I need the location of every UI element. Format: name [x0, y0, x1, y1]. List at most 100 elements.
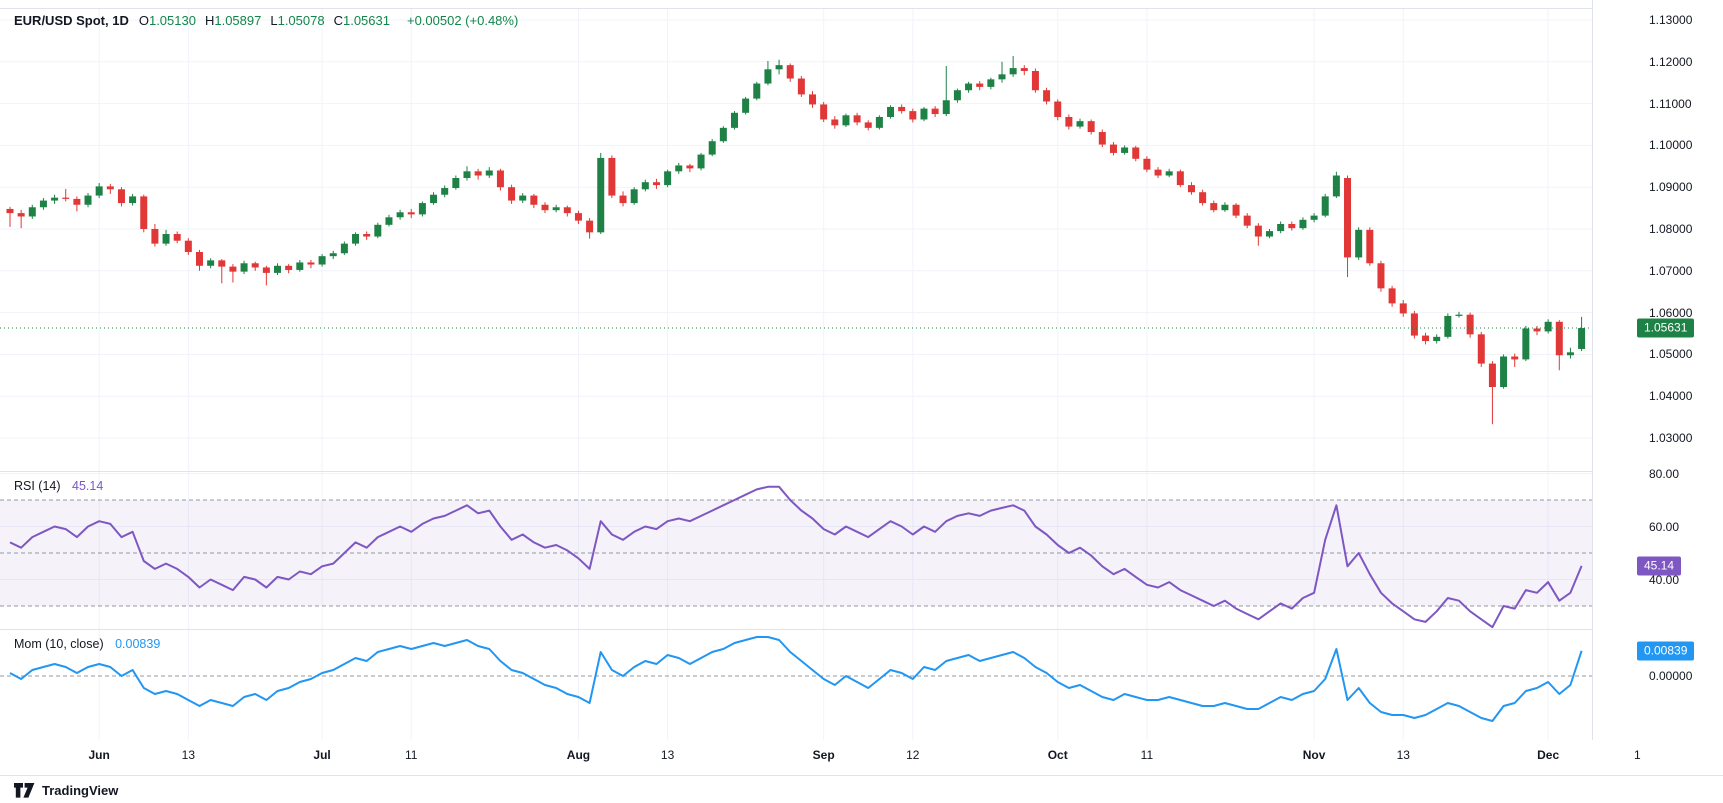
candle-body[interactable] — [430, 195, 437, 203]
candle-body[interactable] — [73, 199, 80, 205]
candle-body[interactable] — [241, 263, 248, 271]
candle-body[interactable] — [363, 234, 370, 237]
candle-body[interactable] — [776, 65, 783, 69]
candle-body[interactable] — [1455, 315, 1462, 316]
candle-body[interactable] — [909, 111, 916, 119]
candle-body[interactable] — [1077, 121, 1084, 126]
candle-body[interactable] — [1444, 316, 1451, 337]
candle-body[interactable] — [1366, 230, 1373, 263]
candle-body[interactable] — [263, 267, 270, 272]
candle-body[interactable] — [419, 203, 426, 214]
tradingview-logo-icon[interactable] — [14, 783, 35, 798]
candle-body[interactable] — [218, 260, 225, 266]
candle-body[interactable] — [341, 244, 348, 254]
candle-body[interactable] — [1255, 226, 1262, 237]
candle-body[interactable] — [1277, 224, 1284, 231]
candle-body[interactable] — [987, 79, 994, 87]
candle-body[interactable] — [1121, 147, 1128, 152]
candle-body[interactable] — [731, 113, 738, 128]
candle-body[interactable] — [542, 205, 549, 210]
candle-body[interactable] — [1534, 328, 1541, 331]
candle-body[interactable] — [865, 122, 872, 127]
rsi-label[interactable]: RSI (14) — [14, 479, 61, 493]
candle-body[interactable] — [1010, 68, 1017, 74]
candle-body[interactable] — [1099, 132, 1106, 145]
candle-body[interactable] — [575, 213, 582, 221]
candle-body[interactable] — [854, 115, 861, 122]
candle-body[interactable] — [519, 196, 526, 201]
candle-body[interactable] — [1400, 303, 1407, 313]
candle-body[interactable] — [1389, 288, 1396, 303]
time-axis[interactable]: Jun13Jul11Aug13Sep12Oct11Nov13Dec1 — [0, 740, 1723, 775]
candle-body[interactable] — [107, 186, 114, 189]
mom-line[interactable] — [10, 637, 1582, 721]
candle-body[interactable] — [932, 109, 939, 114]
candle-body[interactable] — [1288, 224, 1295, 228]
candle-body[interactable] — [352, 234, 359, 244]
candle-body[interactable] — [229, 267, 236, 272]
candle-body[interactable] — [1221, 205, 1228, 210]
candle-body[interactable] — [1043, 90, 1050, 101]
candle-body[interactable] — [307, 262, 314, 264]
candle-body[interactable] — [40, 201, 47, 208]
candle-body[interactable] — [620, 196, 627, 204]
candle-body[interactable] — [1511, 356, 1518, 359]
candle-body[interactable] — [463, 171, 470, 178]
candle-body[interactable] — [709, 141, 716, 154]
candle-body[interactable] — [1299, 220, 1306, 228]
pane-separator-price-rsi[interactable] — [0, 471, 1723, 472]
candle-body[interactable] — [330, 253, 337, 256]
candle-body[interactable] — [664, 171, 671, 185]
candle-body[interactable] — [129, 196, 136, 203]
candle-body[interactable] — [753, 84, 760, 99]
candle-body[interactable] — [631, 189, 638, 203]
candle-body[interactable] — [564, 207, 571, 213]
candle-body[interactable] — [1322, 196, 1329, 215]
mom-label[interactable]: Mom (10, close) — [14, 637, 104, 651]
candle-body[interactable] — [698, 155, 705, 169]
candle-body[interactable] — [1467, 315, 1474, 335]
candle-body[interactable] — [720, 128, 727, 141]
candle-body[interactable] — [1166, 171, 1173, 175]
tradingview-brand-text[interactable]: TradingView — [42, 783, 118, 798]
candle-body[interactable] — [296, 262, 303, 270]
candle-body[interactable] — [965, 84, 972, 91]
candle-body[interactable] — [876, 117, 883, 128]
candle-body[interactable] — [943, 100, 950, 114]
candle-body[interactable] — [1478, 334, 1485, 363]
candle-body[interactable] — [85, 196, 92, 205]
candle-body[interactable] — [1065, 117, 1072, 127]
candle-body[interactable] — [196, 252, 203, 266]
candle-body[interactable] — [831, 119, 838, 125]
candle-body[interactable] — [1199, 192, 1206, 203]
candle-body[interactable] — [1489, 364, 1496, 387]
candle-body[interactable] — [29, 207, 36, 216]
candle-body[interactable] — [586, 221, 593, 233]
candle-body[interactable] — [530, 196, 537, 205]
candle-body[interactable] — [1433, 337, 1440, 341]
pane-separator-rsi-mom[interactable] — [0, 629, 1723, 630]
candle-body[interactable] — [1110, 145, 1117, 153]
candle-body[interactable] — [608, 158, 615, 196]
candle-body[interactable] — [1545, 322, 1552, 332]
candle-body[interactable] — [18, 213, 25, 216]
candle-body[interactable] — [1578, 328, 1585, 349]
candle-body[interactable] — [1377, 263, 1384, 288]
symbol-title[interactable]: EUR/USD Spot, 1D — [14, 13, 129, 28]
candle-body[interactable] — [1333, 175, 1340, 196]
candle-body[interactable] — [497, 170, 504, 187]
candle-body[interactable] — [1344, 178, 1351, 257]
candle-body[interactable] — [285, 266, 292, 270]
candle-body[interactable] — [686, 165, 693, 168]
candle-body[interactable] — [1355, 230, 1362, 258]
candle-body[interactable] — [1188, 185, 1195, 192]
candle-body[interactable] — [1567, 352, 1574, 355]
candle-body[interactable] — [374, 225, 381, 237]
candle-body[interactable] — [798, 79, 805, 95]
candle-body[interactable] — [1021, 68, 1028, 71]
candle-body[interactable] — [185, 241, 192, 252]
candle-body[interactable] — [1522, 328, 1529, 359]
candle-body[interactable] — [1155, 170, 1162, 176]
candle-body[interactable] — [1266, 231, 1273, 236]
candle-body[interactable] — [1500, 356, 1507, 387]
